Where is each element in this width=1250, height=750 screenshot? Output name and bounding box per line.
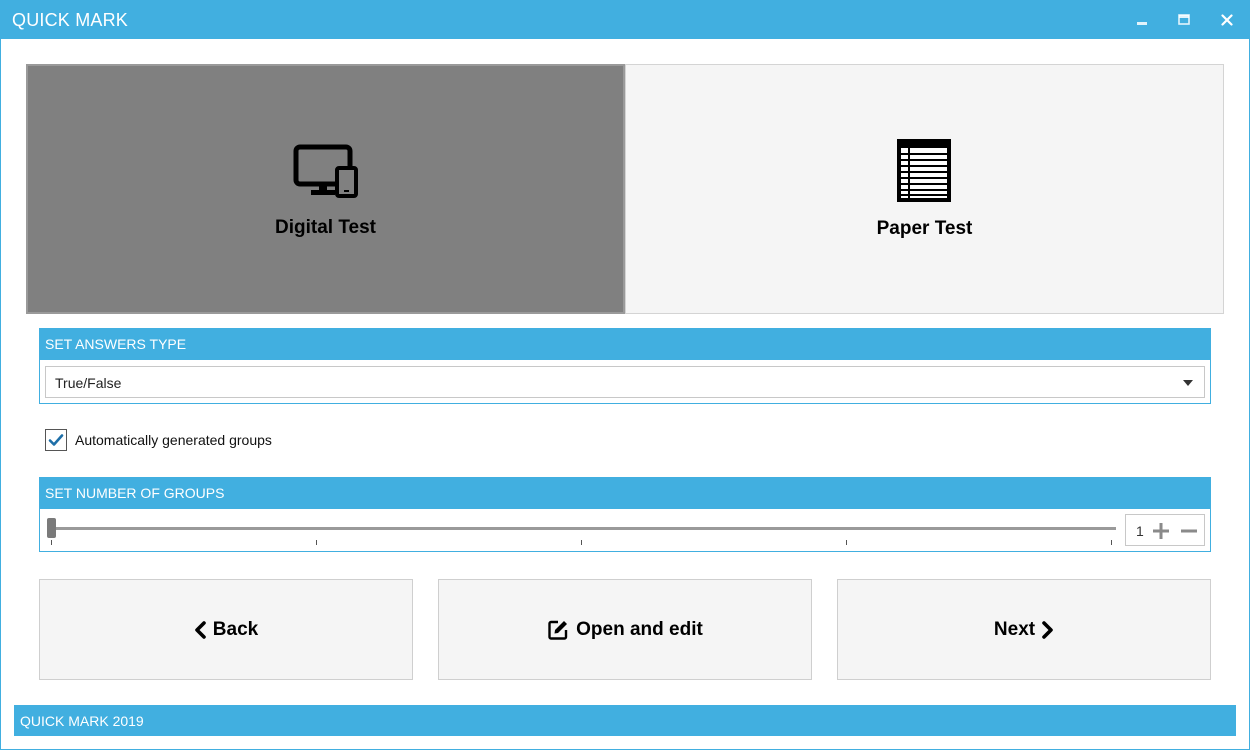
title-bar: QUICK MARK [0, 0, 1250, 39]
groups-header: SET NUMBER OF GROUPS [40, 478, 1210, 509]
slider-tick [316, 540, 317, 545]
groups-value[interactable]: 1 [1136, 523, 1144, 539]
groups-stepper: 1 [1125, 514, 1205, 546]
chevron-right-icon [1042, 620, 1053, 639]
auto-groups-label: Automatically generated groups [75, 432, 272, 448]
window-title: QUICK MARK [12, 10, 129, 30]
answers-type-header: SET ANSWERS TYPE [40, 329, 1210, 360]
chevron-left-icon [194, 620, 206, 639]
slider-tick [51, 540, 52, 545]
digital-test-label: Digital Test [275, 217, 376, 238]
groups-slider-thumb[interactable] [47, 518, 56, 538]
plus-icon[interactable] [1152, 522, 1170, 540]
back-label: Back [212, 618, 259, 640]
next-button[interactable]: Next [837, 579, 1211, 680]
paper-test-option[interactable]: Paper Test [625, 64, 1224, 314]
paper-sheet-icon [897, 139, 951, 202]
slider-tick [581, 540, 582, 545]
minus-icon[interactable] [1180, 522, 1198, 540]
groups-slider-track[interactable] [50, 527, 1116, 530]
answers-type-select[interactable]: True/False [45, 366, 1205, 398]
minimize-button[interactable] [1129, 8, 1155, 32]
maximize-button[interactable] [1171, 8, 1197, 32]
answers-type-panel: SET ANSWERS TYPE True/False [39, 328, 1211, 404]
slider-tick [1111, 540, 1112, 545]
answers-type-value: True/False [55, 375, 122, 391]
auto-groups-checkbox[interactable] [45, 429, 67, 451]
close-button[interactable] [1214, 8, 1240, 32]
back-button[interactable]: Back [39, 579, 413, 680]
edit-icon [548, 620, 568, 640]
next-label: Next [993, 618, 1036, 640]
digital-test-option[interactable]: Digital Test [26, 64, 625, 314]
paper-test-label: Paper Test [876, 218, 973, 239]
checkmark-icon [48, 434, 64, 446]
open-and-edit-label: Open and edit [576, 618, 703, 640]
devices-icon [293, 144, 358, 198]
slider-tick [846, 540, 847, 545]
minimize-icon [1137, 22, 1147, 25]
footer-text: QUICK MARK 2019 [20, 713, 144, 729]
close-icon [1221, 14, 1233, 26]
open-and-edit-button[interactable]: Open and edit [438, 579, 812, 680]
status-bar: QUICK MARK 2019 [14, 705, 1236, 736]
groups-panel: SET NUMBER OF GROUPS 1 [39, 477, 1211, 552]
dropdown-arrow-icon [1183, 380, 1193, 386]
maximize-icon [1178, 14, 1190, 25]
